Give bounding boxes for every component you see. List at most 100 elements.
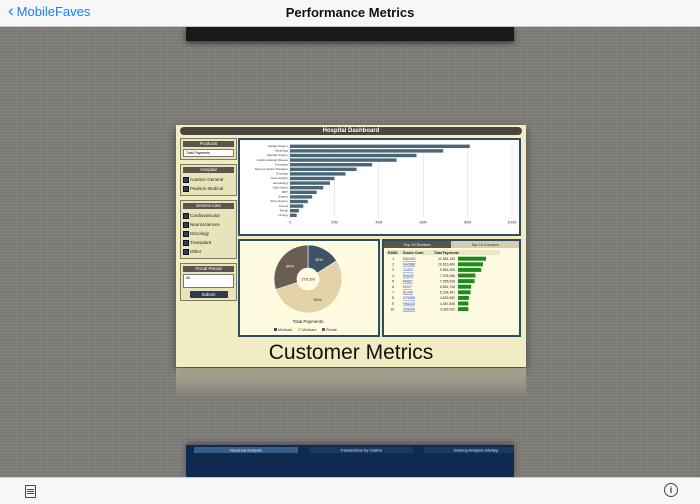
checkbox-icon (183, 185, 189, 192)
payment-bar (458, 267, 482, 272)
bar (290, 149, 444, 153)
next-card-svg: Revenue Analysis Transactions by Casino Ga… (194, 447, 514, 453)
hospital-title: Hospital (183, 167, 234, 173)
service-checkbox[interactable]: Neurosciences (183, 220, 234, 229)
doctor-code-link: RN025 (403, 274, 414, 278)
doctor-code-link: AL045 (403, 291, 413, 295)
y-category-label: Vascular Surgery (267, 153, 289, 157)
hospital-label: Aranbor General (190, 177, 224, 182)
y-category-label: Cardiac Surgery (268, 144, 289, 148)
rank-cell: 8 (392, 296, 394, 300)
y-category-label: Rehab (280, 208, 289, 212)
legend-swatch (274, 328, 277, 331)
dashboard-cover-card[interactable]: Hospital Dashboard Products Total Paymen… (176, 125, 526, 367)
payments-pie-panel: 16% 54% 30% 270.2M Total Payments Medicaid Med… (238, 239, 380, 337)
checkbox-icon (183, 230, 189, 237)
y-category-label: Trauma (278, 204, 288, 208)
service-checkbox[interactable]: Oncology (183, 229, 234, 238)
pie-caption: Total Payments (293, 319, 325, 324)
next-card-tab-label: Gaming Analysis InfoApp (454, 448, 499, 453)
service-label: Oncology (190, 231, 210, 236)
period-list[interactable]: All (183, 274, 234, 288)
bar (290, 144, 470, 148)
doctor-code-link: NT9088 (403, 296, 415, 300)
previous-card[interactable] (186, 27, 514, 41)
next-card[interactable]: Revenue Analysis Transactions by Casino Ga… (186, 445, 514, 477)
service-checkbox[interactable]: Other (183, 247, 234, 256)
bar (290, 163, 373, 167)
rank-cell: 6 (392, 285, 394, 289)
bar-chart-svg: 0 20M 40M 60M 80M 100M Cardiac SurgeryCardiolo… (255, 144, 517, 225)
payment-cell: 5,651,746 (440, 285, 455, 289)
service-line-bar-chart: 0 20M 40M 60M 80M 100M Cardiac Surgery Cardiolo… (238, 138, 521, 236)
checkbox-icon (183, 221, 189, 228)
legend-swatch (298, 328, 301, 331)
rank-cell: 4 (392, 274, 394, 278)
info-icon[interactable]: i (664, 483, 678, 497)
document-list-icon[interactable] (25, 485, 36, 498)
bar (290, 209, 299, 213)
hospital-checkbox[interactable]: Aranbor General (183, 175, 234, 184)
y-category-label: Cerebrovascular Disease (257, 158, 289, 162)
doctor-code-link: ZS9096 (403, 307, 415, 311)
y-category-label: Surgery (278, 195, 288, 199)
checkbox-icon (183, 248, 189, 255)
pie-data-label: 54% (314, 297, 322, 302)
payment-cell: 10,613,460 (438, 263, 455, 267)
navigation-bar: ‹ MobileFaves Performance Metrics (0, 0, 700, 27)
pie-chart-svg: 16% 54% 30% 270.2M Total PaymentsMedicaid Med… (273, 244, 343, 332)
products-select[interactable]: Total Payments (183, 149, 234, 157)
legend-label: Medicaid (278, 328, 292, 332)
service-title: Service Line (183, 203, 234, 209)
payment-cell: 4,393,092 (440, 307, 455, 311)
x-tick-label: 60M (420, 221, 427, 225)
doctor-code-link: NA0986 (403, 263, 415, 267)
payment-bar (458, 262, 483, 267)
service-line-filter: Service Line Cardiovascular Neuroscience… (180, 200, 237, 259)
tab-label: Top 10 Insurers (471, 242, 499, 247)
checkbox-icon (183, 239, 189, 246)
table-header: Total Payments (434, 251, 459, 255)
y-category-label: BMT (282, 190, 288, 194)
payment-cell: 11,954,159 (438, 257, 455, 261)
rank-cell: 5 (392, 279, 394, 283)
service-label: Neurosciences (190, 222, 220, 227)
bottom-toolbar: i (0, 477, 700, 504)
bar (290, 181, 330, 185)
fiscal-period-filter: Fiscal Period All Submit (180, 263, 237, 301)
pie-center-label: 270.2M (301, 277, 314, 282)
doctor-code-link: PA687 (403, 279, 413, 283)
payment-cell: 9,952,268 (440, 268, 455, 272)
filter-panel: Products Total Payments Hospital Aranbor… (180, 138, 237, 305)
service-checkbox[interactable]: Transplant (183, 238, 234, 247)
payment-cell: 4,467,846 (440, 302, 455, 306)
bar (290, 158, 397, 162)
service-checkbox[interactable]: Cardiovascular (183, 211, 234, 220)
hospital-checkbox[interactable]: Paulson Medical (183, 184, 234, 193)
legend-swatch (322, 328, 325, 331)
x-tick-label: 0 (289, 221, 291, 225)
payment-bar (458, 284, 472, 289)
x-tick-label: 100M (508, 221, 517, 225)
service-label: Other (190, 249, 202, 254)
y-category-label: Spine Surgery (270, 199, 288, 203)
cover-reflection (176, 368, 526, 398)
bar (290, 176, 335, 181)
dashboard-title: Hospital Dashboard (180, 127, 522, 135)
doctor-code-link: MA0082 (403, 257, 416, 261)
x-tick-label: 40M (375, 221, 382, 225)
y-category-label: Hematology (273, 181, 289, 185)
submit-button[interactable]: Submit (189, 291, 228, 298)
cover-caption: Customer Metrics (268, 341, 434, 364)
payment-bar (458, 301, 469, 306)
rank-cell: 2 (392, 263, 394, 267)
products-title: Products (183, 141, 234, 147)
hospital-label: Paulson Medical (190, 186, 224, 191)
carousel-area: Hospital Dashboard Products Total Paymen… (0, 27, 700, 477)
rank-cell: 10 (390, 307, 394, 311)
y-category-label: Urology (278, 213, 288, 217)
pie-data-label: 16% (315, 257, 323, 262)
x-tick-label: 80M (464, 221, 471, 225)
pie-data-label: 30% (286, 263, 294, 268)
payment-cell: 7,378,356 (440, 274, 455, 278)
